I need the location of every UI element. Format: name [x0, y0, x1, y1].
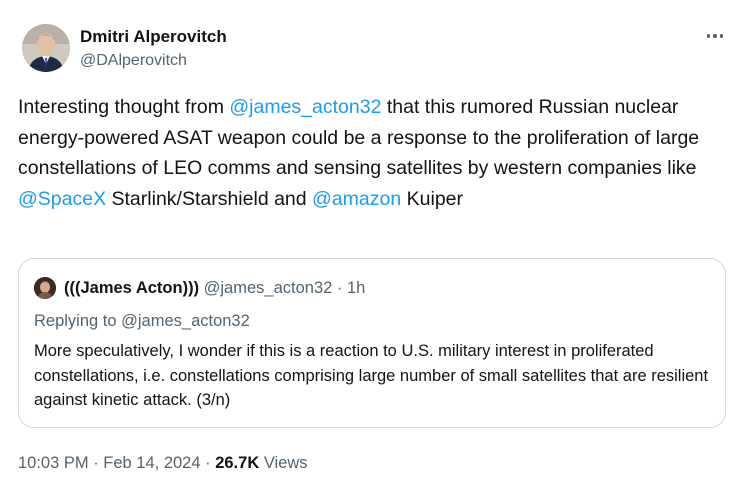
quoted-handle-time: @james_acton32 · 1h: [199, 279, 366, 297]
more-horizontal-icon[interactable]: [702, 26, 728, 46]
author-display-name[interactable]: Dmitri Alperovitch: [80, 26, 227, 48]
tweet-text-segment: Starlink/Starshield and: [106, 187, 313, 210]
timestamp[interactable]: 10:03 PM · Feb 14, 2024 ·: [18, 454, 215, 472]
author-avatar[interactable]: [22, 24, 70, 72]
tweet-text-segment: Kuiper: [401, 187, 464, 210]
author-info: Dmitri Alperovitch @DAlperovitch: [80, 26, 227, 72]
tweet-header: Dmitri Alperovitch @DAlperovitch: [22, 24, 724, 74]
quoted-author-portrait-icon: [34, 277, 56, 299]
views-label: Views: [259, 454, 308, 472]
tweet-text: Interesting thought from @james_acton32 …: [18, 92, 730, 214]
quoted-header: (((James Acton))) @james_acton32 · 1h: [64, 277, 365, 299]
quoted-display-name: (((James Acton))): [64, 279, 200, 297]
views-count: 26.7K: [215, 454, 260, 472]
quoted-replying-to: Replying to @james_acton32: [34, 312, 250, 330]
quoted-author-avatar: [34, 277, 56, 299]
quoted-tweet[interactable]: (((James Acton))) @james_acton32 · 1h Re…: [18, 258, 726, 428]
author-handle[interactable]: @DAlperovitch: [80, 50, 227, 72]
tweet-footer: 10:03 PM · Feb 14, 2024 · 26.7K Views: [18, 451, 308, 475]
mention-link-spacex[interactable]: @SpaceX: [18, 188, 106, 210]
mention-link-amazon[interactable]: @amazon: [312, 188, 401, 210]
quoted-text: More speculatively, I wonder if this is …: [34, 342, 709, 409]
author-portrait-icon: [22, 24, 70, 72]
tweet-card: Dmitri Alperovitch @DAlperovitch Interes…: [0, 0, 746, 494]
mention-link-james-acton[interactable]: @james_acton32: [229, 96, 381, 118]
tweet-text-segment: Interesting thought from: [18, 96, 230, 118]
